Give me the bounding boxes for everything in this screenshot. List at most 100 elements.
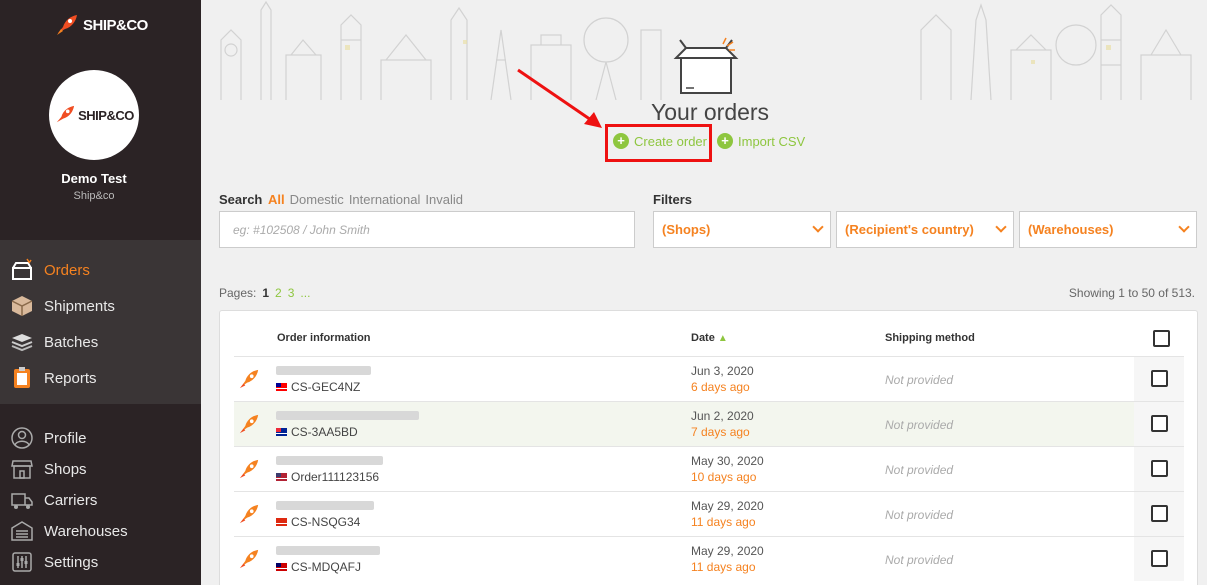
country-flag-icon — [276, 518, 287, 526]
user-org: Ship&co — [73, 190, 115, 202]
create-order-button[interactable]: + Create order — [613, 133, 707, 149]
nav-label: Profile — [44, 429, 87, 447]
order-date: May 29, 2020 — [691, 544, 764, 558]
order-date: May 30, 2020 — [691, 454, 764, 468]
nav-item-orders[interactable]: Orders — [10, 257, 90, 283]
shops-filter-select[interactable]: (Shops) — [653, 211, 831, 248]
table-row[interactable]: Order111123156 May 30, 2020 10 days ago … — [234, 446, 1184, 491]
gear-icon — [12, 552, 32, 572]
order-age: 11 days ago — [691, 560, 756, 574]
table-row[interactable]: CS-3AA5BD Jun 2, 2020 7 days ago Not pro… — [234, 401, 1184, 446]
nav-item-profile[interactable]: Profile — [10, 425, 87, 451]
order-age: 6 days ago — [691, 380, 750, 394]
rocket-icon — [239, 414, 259, 434]
avatar[interactable]: SHIP&CO — [49, 70, 139, 160]
nav-label: Settings — [44, 553, 99, 571]
nav-item-shops[interactable]: Shops — [10, 456, 87, 482]
create-order-label: Create order — [634, 133, 707, 149]
column-header-order: Order information — [277, 332, 371, 344]
warehouses-filter-select[interactable]: (Warehouses) — [1019, 211, 1197, 248]
table-row[interactable]: CS-GEC4NZ Jun 3, 2020 6 days ago Not pro… — [234, 356, 1184, 401]
select-all-checkbox[interactable] — [1153, 330, 1170, 347]
country-flag-icon — [276, 473, 287, 481]
tab-all[interactable]: All — [268, 192, 285, 207]
app-logo[interactable]: SHIP&CO — [55, 14, 148, 36]
redacted-name — [276, 366, 371, 375]
orders-table: Order information Date ▲ Shipping method… — [219, 310, 1198, 585]
order-id-text: CS-MDQAFJ — [291, 560, 361, 574]
order-age: 10 days ago — [691, 470, 757, 484]
nav-item-batches[interactable]: Batches — [10, 329, 98, 355]
shipping-method: Not provided — [885, 418, 954, 432]
country-flag-icon — [276, 383, 287, 391]
import-csv-button[interactable]: + Import CSV — [717, 133, 805, 149]
nav-item-settings[interactable]: Settings — [10, 549, 98, 575]
column-header-date[interactable]: Date ▲ — [691, 332, 728, 344]
truck-icon — [11, 493, 33, 509]
box-icon — [12, 258, 32, 280]
nav-label: Carriers — [44, 491, 98, 509]
redacted-name — [276, 411, 419, 420]
shipping-method: Not provided — [885, 463, 954, 477]
order-id: CS-GEC4NZ — [276, 380, 360, 394]
rocket-logo-icon — [57, 15, 77, 35]
column-header-shipping: Shipping method — [885, 332, 975, 344]
row-checkbox[interactable] — [1151, 550, 1168, 567]
page-link[interactable]: 3 — [288, 286, 295, 300]
tab-international[interactable]: International — [349, 192, 421, 207]
redacted-name — [276, 456, 383, 465]
plus-icon: + — [613, 133, 629, 149]
nav-item-warehouses[interactable]: Warehouses — [10, 518, 128, 544]
results-count: Showing 1 to 50 of 513. — [1068, 286, 1195, 300]
order-date: Jun 2, 2020 — [691, 409, 754, 423]
warehouses-filter-value: (Warehouses) — [1028, 222, 1114, 237]
search-label: Search — [219, 192, 263, 207]
row-checkbox[interactable] — [1151, 370, 1168, 387]
search-input[interactable] — [219, 211, 635, 248]
annotation-arrow — [517, 68, 602, 128]
tab-invalid[interactable]: Invalid — [425, 192, 463, 207]
chevron-down-icon — [995, 221, 1007, 233]
order-id: CS-NSQG34 — [276, 515, 360, 529]
shipping-method: Not provided — [885, 373, 954, 387]
table-row[interactable]: CS-NSQG34 May 29, 2020 11 days ago Not p… — [234, 491, 1184, 536]
nav-label: Batches — [44, 333, 99, 351]
sort-asc-icon: ▲ — [717, 333, 728, 344]
tab-domestic[interactable]: Domestic — [290, 192, 344, 207]
filters-label: Filters — [653, 192, 693, 207]
person-icon — [11, 427, 33, 449]
order-id: Order111123156 — [276, 470, 379, 484]
order-date: May 29, 2020 — [691, 499, 764, 513]
chevron-down-icon — [812, 221, 824, 233]
row-checkbox[interactable] — [1151, 505, 1168, 522]
order-id-text: Order111123156 — [291, 470, 380, 484]
rocket-icon — [239, 459, 259, 479]
sidebar: SHIP&CO SHIP&CO Demo Test Ship&co Orders… — [0, 0, 201, 585]
pagination: Pages: 1 2 3 ... — [219, 286, 310, 300]
row-checkbox[interactable] — [1151, 460, 1168, 477]
column-header-date-label: Date — [691, 332, 715, 344]
order-id-text: CS-3AA5BD — [291, 425, 358, 439]
redacted-name — [276, 501, 374, 510]
nav-label: Warehouses — [44, 522, 128, 540]
stack-icon — [11, 334, 33, 352]
city-skyline-illustration — [220, 0, 1192, 100]
rocket-icon — [239, 504, 259, 524]
row-checkbox[interactable] — [1151, 415, 1168, 432]
nav-item-carriers[interactable]: Carriers — [10, 487, 97, 513]
page-link-more[interactable]: ... — [300, 286, 310, 300]
pages-label: Pages: — [219, 286, 257, 300]
logo-text: SHIP&CO — [83, 16, 148, 34]
order-id-text: CS-GEC4NZ — [291, 380, 361, 394]
shops-filter-value: (Shops) — [662, 222, 711, 237]
nav-item-reports[interactable]: Reports — [10, 365, 97, 391]
nav-label: Orders — [44, 261, 90, 279]
nav-label: Shipments — [44, 297, 115, 315]
page-link[interactable]: 2 — [275, 286, 282, 300]
country-filter-select[interactable]: (Recipient's country) — [836, 211, 1014, 248]
shipping-method: Not provided — [885, 508, 954, 522]
table-row[interactable]: CS-MDQAFJ May 29, 2020 11 days ago Not p… — [234, 536, 1184, 581]
user-name: Demo Test — [61, 171, 127, 186]
country-filter-value: (Recipient's country) — [845, 222, 974, 237]
nav-item-shipments[interactable]: Shipments — [10, 293, 115, 319]
